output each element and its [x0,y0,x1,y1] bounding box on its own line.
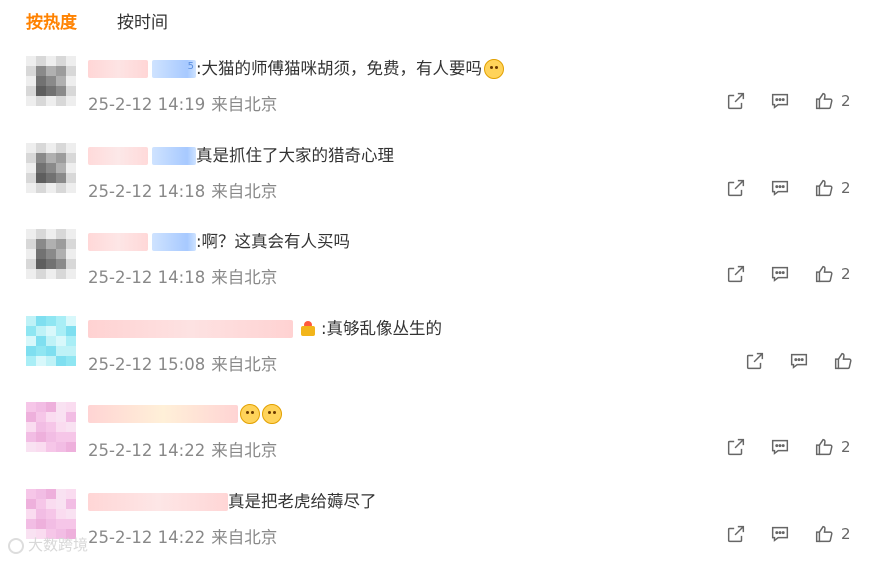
comment-actions: 2 [725,263,851,285]
comment-head: 真是把老虎给薅尽了 [88,491,377,513]
comment-head: 真是抓住了大家的猎奇心理 [88,145,394,167]
share-icon[interactable] [725,523,747,545]
location-text: 来自北京 [211,181,278,201]
comment-actions: 2 [725,523,851,545]
username-link[interactable] [88,319,293,338]
thumbs-up-icon[interactable]: 2 [813,177,851,199]
user-badge: 5 [152,60,196,78]
timestamp: 25-2-12 14:22 [88,441,206,461]
comment-meta: 25-2-12 14:18 来自北京 [88,178,277,202]
location-text: 来自北京 [211,354,278,374]
username-link[interactable] [88,60,148,78]
comment-actions [744,350,854,372]
timestamp: 25-2-12 14:22 [88,527,206,547]
comment-icon[interactable] [769,523,791,545]
badge-text: 5 [187,61,194,72]
user-badge [152,233,196,252]
avatar[interactable] [26,229,76,280]
tab-by-time[interactable]: 按时间 [117,10,168,36]
comment-head: :啊？这真会有人买吗 [88,231,350,253]
comment-meta: 25-2-12 14:18 来自北京 [88,264,277,288]
share-icon[interactable] [725,263,747,285]
thumbs-up-icon[interactable]: 2 [813,436,851,458]
comment-head: :真够乱像丛生的 [88,318,442,340]
like-count: 2 [841,438,851,457]
grin-emoji-icon [240,404,260,425]
comment-head [88,404,282,425]
share-icon[interactable] [725,436,747,458]
avatar[interactable] [26,402,76,453]
like-count: 2 [841,178,851,197]
timestamp: 25-2-12 14:18 [88,268,206,288]
timestamp: 25-2-12 15:08 [88,354,206,374]
comment-list: 5:大猫的师傅猫咪胡须，免费，有人要吗 25-2-12 14:19 来自北京 2 真是抓… [0,46,870,566]
location-text: 来自北京 [211,441,278,461]
cat-emoji-icon [484,59,505,79]
timestamp: 25-2-12 14:18 [88,181,206,201]
location-text: 来自北京 [211,268,278,288]
comment-icon[interactable] [769,436,791,458]
username-link[interactable] [88,492,228,511]
comment-item: :啊？这真会有人买吗 25-2-12 14:18 来自北京 2 [0,219,870,306]
timestamp: 25-2-12 14:19 [88,95,206,114]
comment-item: 真是抓住了大家的猎奇心理 25-2-12 14:18 来自北京 2 [0,133,870,220]
watermark: 大数跨境 [8,534,88,555]
comment-actions: 2 [725,436,851,458]
comment-icon[interactable] [788,350,810,372]
comment-text: 真是把老虎给薅尽了 [228,491,377,511]
sort-tabs: 按热度 按时间 [26,10,168,36]
like-count: 2 [841,265,851,284]
comment-icon[interactable] [769,177,791,199]
thumbs-up-icon[interactable] [832,350,854,372]
like-count: 2 [841,92,851,110]
share-icon[interactable] [725,177,747,199]
comment-icon[interactable] [769,90,791,112]
avatar[interactable] [26,488,76,539]
location-text: 来自北京 [211,527,278,547]
comment-item: :真够乱像丛生的 25-2-12 15:08 来自北京 [0,306,870,393]
avatar[interactable] [26,56,76,106]
comment-meta: 25-2-12 15:08 来自北京 [88,351,277,375]
comment-icon[interactable] [769,263,791,285]
thumbs-up-icon[interactable]: 2 [813,90,851,112]
comment-item: 25-2-12 14:22 来自北京 2 [0,392,870,479]
crown-badge-icon [299,320,317,338]
avatar[interactable] [26,315,76,366]
share-icon[interactable] [744,350,766,372]
comment-text: :大猫的师傅猫咪胡须，免费，有人要吗 [196,59,483,78]
comment-meta: 25-2-12 14:22 来自北京 [88,524,277,548]
user-badge [152,146,196,165]
username-link[interactable] [88,146,148,165]
like-count: 2 [841,524,851,543]
comment-text: :真够乱像丛生的 [321,318,443,338]
comment-actions: 2 [725,177,851,199]
comment-item: 5:大猫的师傅猫咪胡须，免费，有人要吗 25-2-12 14:19 来自北京 2 [0,46,870,133]
comment-meta: 25-2-12 14:19 来自北京 [88,91,277,115]
tab-by-hot[interactable]: 按热度 [26,10,77,36]
avatar[interactable] [26,142,76,193]
thumbs-up-icon[interactable]: 2 [813,263,851,285]
comment-text: 真是抓住了大家的猎奇心理 [196,145,394,165]
username-link[interactable] [88,233,148,252]
comment-head: 5:大猫的师傅猫咪胡须，免费，有人要吗 [88,58,505,80]
comment-text: :啊？这真会有人买吗 [196,232,351,252]
thumbs-up-icon[interactable]: 2 [813,523,851,545]
watermark-text: 大数跨境 [28,536,89,554]
location-text: 来自北京 [211,95,278,114]
username-link[interactable] [88,405,238,424]
watermark-logo-icon [8,537,24,554]
comment-meta: 25-2-12 14:22 来自北京 [88,437,277,461]
grin-emoji-icon [262,404,282,425]
share-icon[interactable] [725,90,747,112]
comment-item: 真是把老虎给薅尽了 25-2-12 14:22 来自北京 2 [0,479,870,566]
comment-actions: 2 [725,90,851,112]
